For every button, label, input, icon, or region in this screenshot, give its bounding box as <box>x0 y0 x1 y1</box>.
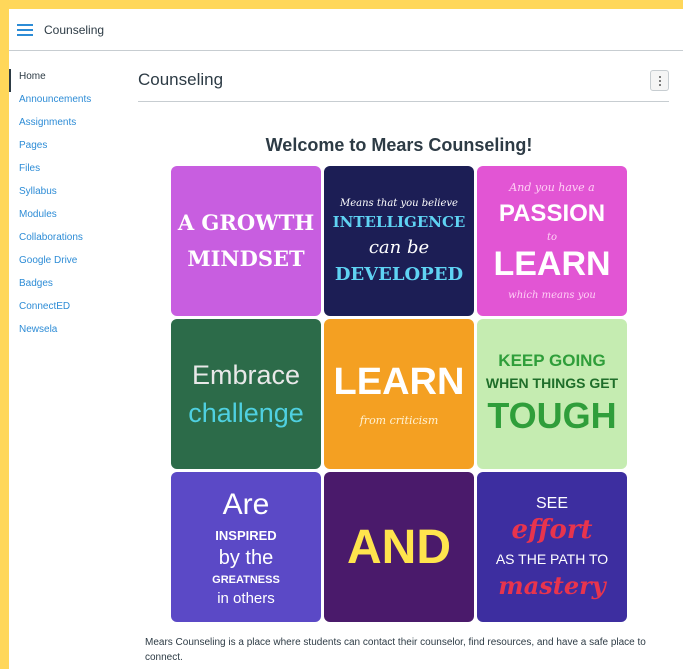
sidebar-item-badges[interactable]: Badges <box>9 276 119 299</box>
welcome-heading: Welcome to Mears Counseling! <box>265 135 533 155</box>
sidebar-item-pages[interactable]: Pages <box>9 138 119 161</box>
poster-text: KEEP GOING <box>498 351 606 370</box>
poster-text: challenge <box>188 398 304 428</box>
poster-text: which means you <box>508 290 596 301</box>
poster-tile-embrace-challenge: Embrace challenge <box>171 319 321 469</box>
sidebar-item-assignments[interactable]: Assignments <box>9 115 119 138</box>
poster-tile-inspired: Are INSPIRED by the GREATNESS in others <box>171 472 321 622</box>
hamburger-menu-icon[interactable] <box>17 23 33 36</box>
sidebar-item-connected[interactable]: ConnectED <box>9 299 119 322</box>
poster-text: AS THE PATH TO <box>495 550 609 567</box>
poster-tile-intelligence: Means that you believe INTELLIGENCE can … <box>324 166 474 316</box>
poster-text: by the <box>218 546 274 569</box>
poster-text: effort <box>511 514 593 545</box>
poster-text: SEE <box>535 494 568 512</box>
poster-tile-keep-going: KEEP GOING WHEN THINGS GET TOUGH <box>477 319 627 469</box>
poster-text: LEARN <box>493 245 611 283</box>
poster-text: can be <box>368 236 430 258</box>
poster-text: Means that you believe <box>340 197 458 209</box>
poster-text: A GROWTH <box>177 210 315 235</box>
poster-tile-passion: And you have a PASSION to LEARN which me… <box>477 166 627 316</box>
poster-text: TOUGH <box>487 395 617 436</box>
poster-text: MINDSET <box>187 246 305 271</box>
breadcrumb-course[interactable]: Counseling <box>44 23 104 37</box>
sidebar-item-syllabus[interactable]: Syllabus <box>9 184 119 207</box>
poster-tile-learn-from-criticism: LEARN from criticism <box>324 319 474 469</box>
top-bar: Counseling <box>9 9 683 51</box>
poster-text: INTELLIGENCE <box>332 212 466 231</box>
poster-tile-and: AND <box>324 472 474 622</box>
course-navigation: Home Announcements Assignments Pages Fil… <box>9 69 119 345</box>
sidebar-item-files[interactable]: Files <box>9 161 119 184</box>
sidebar-item-announcements[interactable]: Announcements <box>9 92 119 115</box>
poster-text: Embrace <box>191 360 301 390</box>
poster-tile-effort-mastery: SEE effort AS THE PATH TO mastery <box>477 472 627 622</box>
poster-text: from criticism <box>359 414 439 427</box>
sidebar-item-home[interactable]: Home <box>9 69 119 92</box>
poster-text: GREATNESS <box>212 573 280 586</box>
sidebar-item-google-drive[interactable]: Google Drive <box>9 253 119 276</box>
poster-text: in others <box>217 589 275 607</box>
poster-text: mastery <box>498 570 606 600</box>
sidebar-item-newsela[interactable]: Newsela <box>9 322 119 345</box>
course-description: Mears Counseling is a place where studen… <box>145 637 646 663</box>
growth-mindset-poster: A GROWTH MINDSET Means that you believe … <box>171 166 627 622</box>
poster-text: DEVELOPED <box>334 263 464 285</box>
title-divider <box>138 101 669 102</box>
poster-text: PASSION <box>498 200 606 227</box>
poster-text: LEARN <box>333 361 465 403</box>
poster-text: INSPIRED <box>215 527 277 543</box>
sidebar-item-collaborations[interactable]: Collaborations <box>9 230 119 253</box>
poster-text: WHEN THINGS GET <box>485 375 619 391</box>
poster-text: Are <box>222 487 270 521</box>
sidebar-item-modules[interactable]: Modules <box>9 207 119 230</box>
page-title: Counseling <box>138 70 224 89</box>
more-options-icon[interactable] <box>650 70 669 91</box>
poster-tile-growth-mindset: A GROWTH MINDSET <box>171 166 321 316</box>
poster-text: AND <box>347 520 451 574</box>
page: Counseling Home Announcements Assignment… <box>9 9 683 669</box>
poster-text: to <box>546 232 558 243</box>
poster-text: And you have a <box>509 181 595 194</box>
